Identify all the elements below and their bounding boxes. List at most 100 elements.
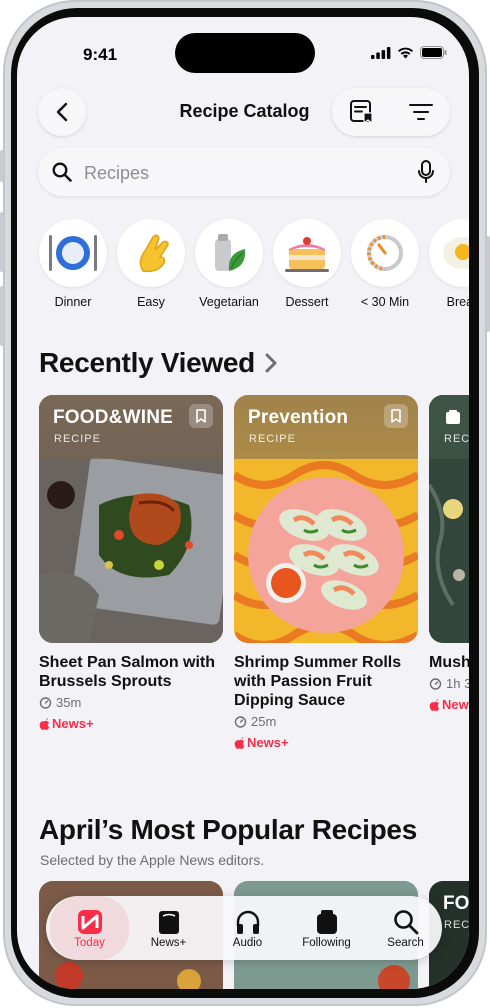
filter-button[interactable] [391,88,450,136]
following-icon [316,910,337,934]
category-under-30-min[interactable]: < 30 Min [350,219,420,309]
bookmark-icon [196,409,206,423]
recipe-time-text: 1h 3 [446,676,469,691]
tab-news-plus[interactable]: News+ [129,896,208,960]
microphone-icon[interactable] [418,160,434,184]
search-input[interactable] [82,160,386,186]
recipe-time-text: 35m [56,695,82,710]
tab-audio[interactable]: Audio [208,896,287,960]
recipe-card-image: REC [429,395,469,643]
headphones-icon [236,910,259,934]
crossed-fingers-icon [117,219,185,287]
publisher-logo: FOOD&WINE [53,407,174,428]
recipe-card-image: Prevention RECIPE [234,395,418,643]
recently-viewed-heading[interactable]: Recently Viewed [39,347,277,379]
back-button[interactable] [38,88,86,136]
bookmark-button[interactable] [384,404,408,428]
tab-label: News+ [150,937,187,949]
publisher-logo: Prevention [248,407,349,428]
category-label: Vegetarian [199,295,259,309]
tab-label: Today [74,937,105,949]
filter-icon [408,104,433,120]
bookmark-icon [391,409,401,423]
recipe-time: 35m [39,695,223,710]
recipe-time: 25m [234,714,418,729]
search-bar [38,148,450,196]
recipe-title: Shrimp Summer Rolls with Passion Fruit D… [234,654,402,709]
card-brand-band [429,395,469,459]
recipe-time-text: 25m [251,714,277,729]
news-plus-badge: News+ [39,716,223,731]
card-kind: RECIPE [249,433,296,445]
status-icons [371,46,447,59]
battery-icon [420,46,447,59]
recently-viewed-title: Recently Viewed [39,347,255,378]
recipe-title: Mush [429,654,469,671]
tab-bar: Today News+ Audio Following Search [46,896,442,960]
signal-icon [371,46,391,59]
category-label: < 30 Min [360,295,410,309]
search-icon [393,910,418,935]
recipe-card[interactable]: FOOD&WINE RECIPE Sheet Pan Salmon with B… [39,395,223,731]
category-breakfast[interactable]: Break [428,219,469,309]
card-kind: RECIPE [54,433,101,445]
bookmark-button[interactable] [189,404,213,428]
tab-today[interactable]: Today [50,896,129,960]
timer-icon [234,716,247,728]
volume-down-button [0,286,4,346]
publisher-logo: FO [443,893,469,914]
news-plus-label: News+ [52,716,94,731]
tab-label: Following [302,937,351,949]
screen: 9:41 Recipe Catalog Dinner [17,17,469,989]
category-dinner[interactable]: Dinner [38,219,108,309]
status-time: 9:41 [83,45,118,64]
apple-logo-icon [39,717,50,730]
cake-icon [273,219,341,287]
news-plus-icon [158,911,179,934]
tab-label: Search [387,937,424,949]
popular-recipes-title: April’s Most Popular Recipes [39,814,417,845]
timer-icon [429,678,442,690]
dynamic-island [175,33,315,73]
category-row: Dinner Easy Vegetarian Dessert < 30 Min [38,219,469,319]
chevron-left-icon [56,102,68,122]
recipe-card[interactable]: REC Mush 1h 3 News [429,395,469,712]
tab-search[interactable]: Search [366,896,445,960]
timer-icon [351,219,419,287]
dinner-icon [39,219,107,287]
apple-logo-icon [429,698,440,711]
news-plus-label: News+ [247,735,289,750]
category-label: Dinner [54,295,92,309]
popular-recipes-subtitle: Selected by the Apple News editors. [40,852,265,868]
wifi-icon [398,47,413,58]
publisher-logo-icon [446,410,460,424]
timer-icon [39,697,52,709]
recipe-card[interactable]: Prevention RECIPE Shrimp Summer Rolls wi… [234,395,418,750]
card-kind: REC [444,919,469,931]
card-kind: REC [444,433,469,445]
saved-recipes-icon [349,100,373,125]
category-label: Easy [137,295,165,309]
news-plus-label: News [442,697,469,712]
egg-icon [429,219,469,287]
leaf-icon [195,219,263,287]
category-easy[interactable]: Easy [116,219,186,309]
tab-following[interactable]: Following [287,896,366,960]
category-dessert[interactable]: Dessert [272,219,342,309]
header-actions [332,88,450,136]
recipe-title: Sheet Pan Salmon with Brussels Sprouts [39,654,216,690]
action-button [0,150,4,182]
category-label: Dessert [285,295,329,309]
page-title: Recipe Catalog [179,101,310,121]
side-button [486,236,490,332]
volume-up-button [0,212,4,272]
category-vegetarian[interactable]: Vegetarian [194,219,264,309]
search-icon [52,162,72,182]
news-plus-badge: News [429,697,469,712]
apple-logo-icon [234,736,245,749]
tab-label: Audio [232,937,263,949]
recipe-time: 1h 3 [429,676,469,691]
recipe-card-image: FOOD&WINE RECIPE [39,395,223,643]
saved-recipes-button[interactable] [332,88,391,136]
news-plus-badge: News+ [234,735,418,750]
